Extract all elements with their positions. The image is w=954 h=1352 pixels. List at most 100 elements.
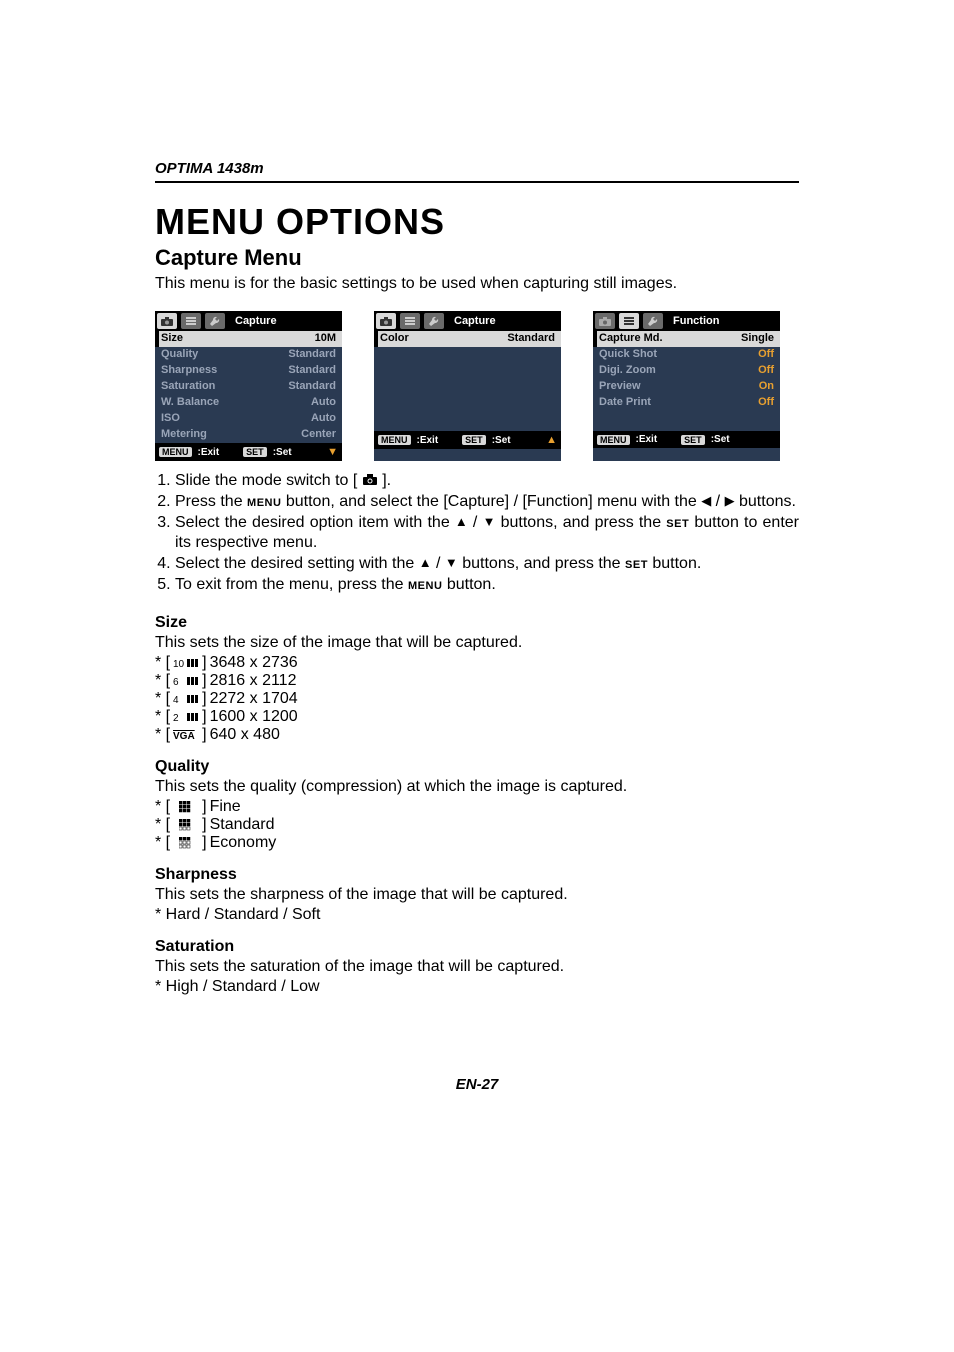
page-footer: EN-27 [155, 1076, 799, 1093]
svg-text:VGA: VGA [173, 731, 195, 741]
set-label: :Set [492, 435, 511, 446]
menu-screenshots: Capture Size10MQualityStandardSharpnessS… [155, 311, 799, 461]
lcd-screen-function: Function Capture Md.SingleQuick ShotOffD… [593, 311, 780, 461]
wrench-icon [424, 313, 444, 329]
option-line: * [6] 2816 x 2112 [155, 672, 799, 690]
menu-row-value: Auto [311, 412, 336, 426]
2m-icon: 2 [173, 710, 199, 724]
menu-row: ISO Auto [155, 411, 342, 427]
menu-row-label: Date Print [599, 396, 651, 410]
menu-row: W. Balance Auto [155, 395, 342, 411]
menu-row: Sharpness Standard [155, 363, 342, 379]
menu-pill: MENU [378, 435, 411, 445]
camera-icon [376, 313, 396, 329]
option-text: Economy [210, 834, 277, 852]
option-text: 640 x 480 [210, 726, 280, 744]
option-text: 3648 x 2736 [210, 654, 298, 672]
menu-row: PreviewOn [593, 379, 780, 395]
menu-row-value: Standard [507, 332, 555, 346]
section-desc-size: This sets the size of the image that wil… [155, 634, 799, 652]
section-options-saturation: * High / Standard / Low [155, 978, 799, 996]
menu-row-value: Off [758, 396, 774, 410]
menu-pill: MENU [597, 435, 630, 445]
svg-text:10: 10 [173, 659, 185, 669]
section-desc-quality: This sets the quality (compression) at w… [155, 778, 799, 796]
instruction-steps: Slide the mode switch to [ ]. Press the … [155, 471, 799, 596]
camera-icon [595, 313, 615, 329]
q-fine-icon [173, 800, 199, 814]
option-line: * [10] 3648 x 2736 [155, 654, 799, 672]
10m-icon: 10 [173, 656, 199, 670]
option-line: * [ ] Economy [155, 834, 799, 852]
set-label: :Set [273, 447, 292, 458]
section-title-size: Size [155, 614, 799, 632]
exit-label: :Exit [198, 447, 220, 458]
menu-row-value: Off [758, 348, 774, 362]
menu-row-label: Preview [599, 380, 641, 394]
menu-row-value: Off [758, 364, 774, 378]
intro-text: This menu is for the basic settings to b… [155, 275, 799, 293]
menu-row-label: Quality [161, 348, 198, 362]
set-pill: SET [462, 435, 486, 445]
menu-row-value: Standard [288, 364, 336, 378]
section-desc-sharpness: This sets the sharpness of the image tha… [155, 886, 799, 904]
page-title: MENU OPTIONS [155, 201, 799, 243]
menu-row-label: Quick Shot [599, 348, 657, 362]
screen-tab-title: Function [673, 315, 719, 327]
step-item: Select the desired setting with the ▲ / … [175, 554, 799, 575]
menu-row-label: Digi. Zoom [599, 364, 656, 378]
menu-row-label: Color [380, 332, 409, 346]
section-options-sharpness: * Hard / Standard / Soft [155, 906, 799, 924]
option-text: Standard [210, 816, 275, 834]
menu-row-value: Standard [288, 348, 336, 362]
section-title-saturation: Saturation [155, 938, 799, 956]
step-item: Press the MENU button, and select the [C… [175, 492, 799, 513]
menu-row-label: Capture Md. [599, 332, 663, 346]
exit-label: :Exit [636, 434, 658, 445]
svg-text:2: 2 [173, 713, 179, 723]
svg-text:6: 6 [173, 677, 179, 687]
lcd-screen-capture-1: Capture Size10MQualityStandardSharpnessS… [155, 311, 342, 461]
step-item: Select the desired option item with the … [175, 513, 799, 555]
nav-arrow-icon: ▲ [546, 434, 557, 446]
menu-row: Quick Shot Off [593, 347, 780, 363]
menu-row-value: Single [741, 332, 774, 346]
option-line: * [2] 1600 x 1200 [155, 708, 799, 726]
page-subtitle: Capture Menu [155, 245, 799, 271]
option-line: * [ ] Standard [155, 816, 799, 834]
menu-row-label: Metering [161, 428, 207, 442]
menu-row: MeteringCenter [155, 427, 342, 443]
screen-tab-title: Capture [454, 315, 496, 327]
svg-text:4: 4 [173, 695, 179, 705]
option-text: 2816 x 2112 [210, 672, 297, 690]
list-icon [181, 313, 201, 329]
6m-icon: 6 [173, 674, 199, 688]
set-pill: SET [681, 435, 705, 445]
menu-row: Date Print Off [593, 395, 780, 411]
menu-row: Saturation Standard [155, 379, 342, 395]
menu-row-value: Standard [288, 380, 336, 394]
page-header: OPTIMA 1438m [155, 160, 799, 183]
list-icon [400, 313, 420, 329]
menu-row-label: ISO [161, 412, 180, 426]
menu-row-value: Auto [311, 396, 336, 410]
vga-icon: VGA [173, 728, 199, 742]
q-std-icon [173, 818, 199, 832]
step-item: Slide the mode switch to [ ]. [175, 471, 799, 492]
menu-row-label: Sharpness [161, 364, 217, 378]
section-title-quality: Quality [155, 758, 799, 776]
exit-label: :Exit [417, 435, 439, 446]
menu-row-label: Saturation [161, 380, 215, 394]
set-label: :Set [711, 434, 730, 445]
menu-row: Color Standard [374, 331, 561, 347]
option-line: * [ ] Fine [155, 798, 799, 816]
set-pill: SET [243, 447, 267, 457]
menu-row: Size10M [155, 331, 342, 347]
option-line: * [VGA] 640 x 480 [155, 726, 799, 744]
option-text: 2272 x 1704 [210, 690, 298, 708]
menu-row-value: 10M [315, 332, 336, 346]
menu-row: Capture Md. Single [593, 331, 780, 347]
menu-row-label: W. Balance [161, 396, 219, 410]
section-title-sharpness: Sharpness [155, 866, 799, 884]
option-text: 1600 x 1200 [210, 708, 298, 726]
